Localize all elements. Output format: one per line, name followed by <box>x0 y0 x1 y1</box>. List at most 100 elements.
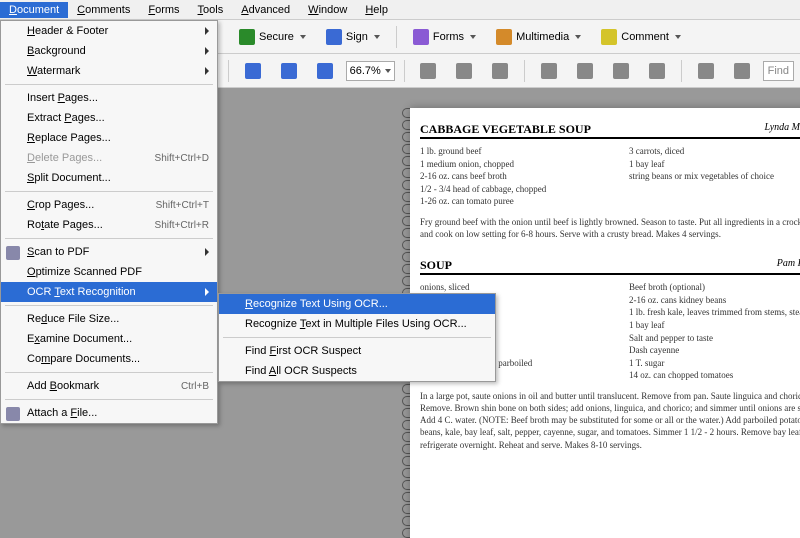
menu-item-crop-pages[interactable]: Crop Pages...Shift+Ctrl+T <box>1 195 217 215</box>
menu-item-split-document[interactable]: Split Document... <box>1 168 217 188</box>
recipe-title: SOUPPam Perez <box>420 258 800 275</box>
pen-icon <box>326 29 342 45</box>
recipe-title: CABBAGE VEGETABLE SOUPLynda McCra <box>420 122 800 139</box>
chevron-down-icon <box>675 35 681 39</box>
menubar-item-comments[interactable]: Comments <box>68 2 139 18</box>
sign-button[interactable]: Sign <box>319 25 387 49</box>
instructions: In a large pot, saute onions in oil and … <box>420 390 800 451</box>
menubar-item-advanced[interactable]: Advanced <box>232 2 299 18</box>
menu-item-label: Recognize Text in Multiple Files Using O… <box>245 318 467 330</box>
fit-width-icon <box>456 63 472 79</box>
menu-item-rotate-pages[interactable]: Rotate Pages...Shift+Ctrl+R <box>1 215 217 235</box>
fit-page[interactable] <box>485 59 515 83</box>
zoom-in-icon <box>317 63 333 79</box>
menu-item-label: Add Bookmark <box>27 380 99 392</box>
menubar-item-tools[interactable]: Tools <box>189 2 233 18</box>
menu-item-find-first-ocr-suspect[interactable]: Find First OCR Suspect <box>219 341 495 361</box>
fit-page-icon <box>492 63 508 79</box>
zoom-level[interactable]: 66.7% <box>346 61 395 81</box>
zoom-out-icon <box>281 63 297 79</box>
menu-item-label: Watermark <box>27 65 80 77</box>
menu-item-icon <box>6 407 20 421</box>
menu-item-watermark[interactable]: Watermark <box>1 61 217 81</box>
menubar-item-window[interactable]: Window <box>299 2 356 18</box>
menu-item-recognize-text-using-ocr[interactable]: Recognize Text Using OCR... <box>219 294 495 314</box>
menu-item-compare-documents[interactable]: Compare Documents... <box>1 349 217 369</box>
menu-item-add-bookmark[interactable]: Add Bookmark Ctrl+B <box>1 376 217 396</box>
menubar-item-document[interactable]: Document <box>0 2 68 18</box>
two-up-continuous[interactable] <box>642 59 672 83</box>
comment-button[interactable]: Comment <box>594 25 688 49</box>
book-icon <box>734 63 750 79</box>
menu-item-replace-pages[interactable]: Replace Pages... <box>1 128 217 148</box>
submenu-arrow-icon <box>205 248 209 256</box>
full-screen[interactable] <box>691 59 721 83</box>
menu-item-examine-document[interactable]: Examine Document... <box>1 329 217 349</box>
menu-item-optimize-scanned-pdf[interactable]: Optimize Scanned PDF <box>1 262 217 282</box>
continuous-icon <box>577 63 593 79</box>
menu-shortcut: Shift+Ctrl+D <box>155 153 209 164</box>
menu-item-header-footer[interactable]: Header & Footer <box>1 21 217 41</box>
find-input[interactable]: Find <box>763 61 794 81</box>
menu-separator <box>5 191 213 192</box>
menu-item-label: Recognize Text Using OCR... <box>245 298 388 310</box>
zoom-select-icon <box>245 63 261 79</box>
menu-item-find-all-ocr-suspects[interactable]: Find All OCR Suspects <box>219 361 495 381</box>
menu-item-label: Crop Pages... <box>27 199 94 211</box>
ocr-submenu: Recognize Text Using OCR... Recognize Tex… <box>218 293 496 382</box>
chevron-down-icon <box>385 69 391 73</box>
ingredients: 1 lb. ground beef1 medium onion, chopped… <box>420 145 800 208</box>
menu-item-background[interactable]: Background <box>1 41 217 61</box>
shield-icon <box>239 29 255 45</box>
menu-item-attach-a-file[interactable]: Attach a File... <box>1 403 217 423</box>
instructions: Fry ground beef with the onion until bee… <box>420 216 800 240</box>
multimedia-button[interactable]: Multimedia <box>489 25 588 49</box>
secure-button[interactable]: Secure <box>232 25 313 49</box>
menu-item-icon <box>6 246 20 260</box>
menu-item-recognize-text-in-multiple-files-using-ocr[interactable]: Recognize Text in Multiple Files Using O… <box>219 314 495 334</box>
menu-item-extract-pages[interactable]: Extract Pages... <box>1 108 217 128</box>
menu-item-scan-to-pdf[interactable]: Scan to PDF <box>1 242 217 262</box>
chevron-down-icon <box>470 35 476 39</box>
percent-icon <box>420 63 436 79</box>
menu-item-delete-pages: Delete Pages... Shift+Ctrl+D <box>1 148 217 168</box>
menu-item-ocr-text-recognition[interactable]: OCR Text Recognition <box>1 282 217 302</box>
continuous[interactable] <box>570 59 600 83</box>
menu-shortcut: Shift+Ctrl+R <box>155 220 209 231</box>
zoom-actual[interactable] <box>413 59 443 83</box>
menu-item-label: Find All OCR Suspects <box>245 365 357 377</box>
menu-shortcut: Ctrl+B <box>181 381 209 392</box>
submenu-arrow-icon <box>205 27 209 35</box>
recipe: CABBAGE VEGETABLE SOUPLynda McCra 1 lb. g… <box>410 108 800 244</box>
menu-item-label: Background <box>27 45 86 57</box>
recipe-author: Lynda McCra <box>764 122 800 137</box>
menu-item-label: Insert Pages... <box>27 92 98 104</box>
single-page[interactable] <box>534 59 564 83</box>
zoom-out[interactable] <box>274 59 304 83</box>
forms-button[interactable]: Forms <box>406 25 483 49</box>
menu-item-reduce-file-size[interactable]: Reduce File Size... <box>1 309 217 329</box>
zoom-marquee[interactable] <box>238 59 268 83</box>
two-up-cont-icon <box>649 63 665 79</box>
menu-item-label: Header & Footer <box>27 25 108 37</box>
fullscreen-icon <box>698 63 714 79</box>
menubar-item-forms[interactable]: Forms <box>139 2 188 18</box>
two-up-icon <box>613 63 629 79</box>
zoom-in[interactable] <box>310 59 340 83</box>
menu-item-label: Scan to PDF <box>27 246 89 258</box>
menu-item-label: Delete Pages... <box>27 152 102 164</box>
menu-separator <box>223 337 491 338</box>
menu-separator <box>5 305 213 306</box>
menubar: DocumentCommentsFormsToolsAdvancedWindow… <box>0 0 800 20</box>
menu-item-insert-pages[interactable]: Insert Pages... <box>1 88 217 108</box>
menubar-item-help[interactable]: Help <box>356 2 397 18</box>
two-up[interactable] <box>606 59 636 83</box>
document-menu-dropdown: Header & Footer Background Watermark Insert… <box>0 20 218 424</box>
fit-width[interactable] <box>449 59 479 83</box>
menu-item-label: Optimize Scanned PDF <box>27 266 142 278</box>
menu-item-label: Compare Documents... <box>27 353 140 365</box>
menu-item-label: Attach a File... <box>27 407 97 419</box>
menu-separator <box>5 238 213 239</box>
read-mode[interactable] <box>727 59 757 83</box>
submenu-arrow-icon <box>205 67 209 75</box>
